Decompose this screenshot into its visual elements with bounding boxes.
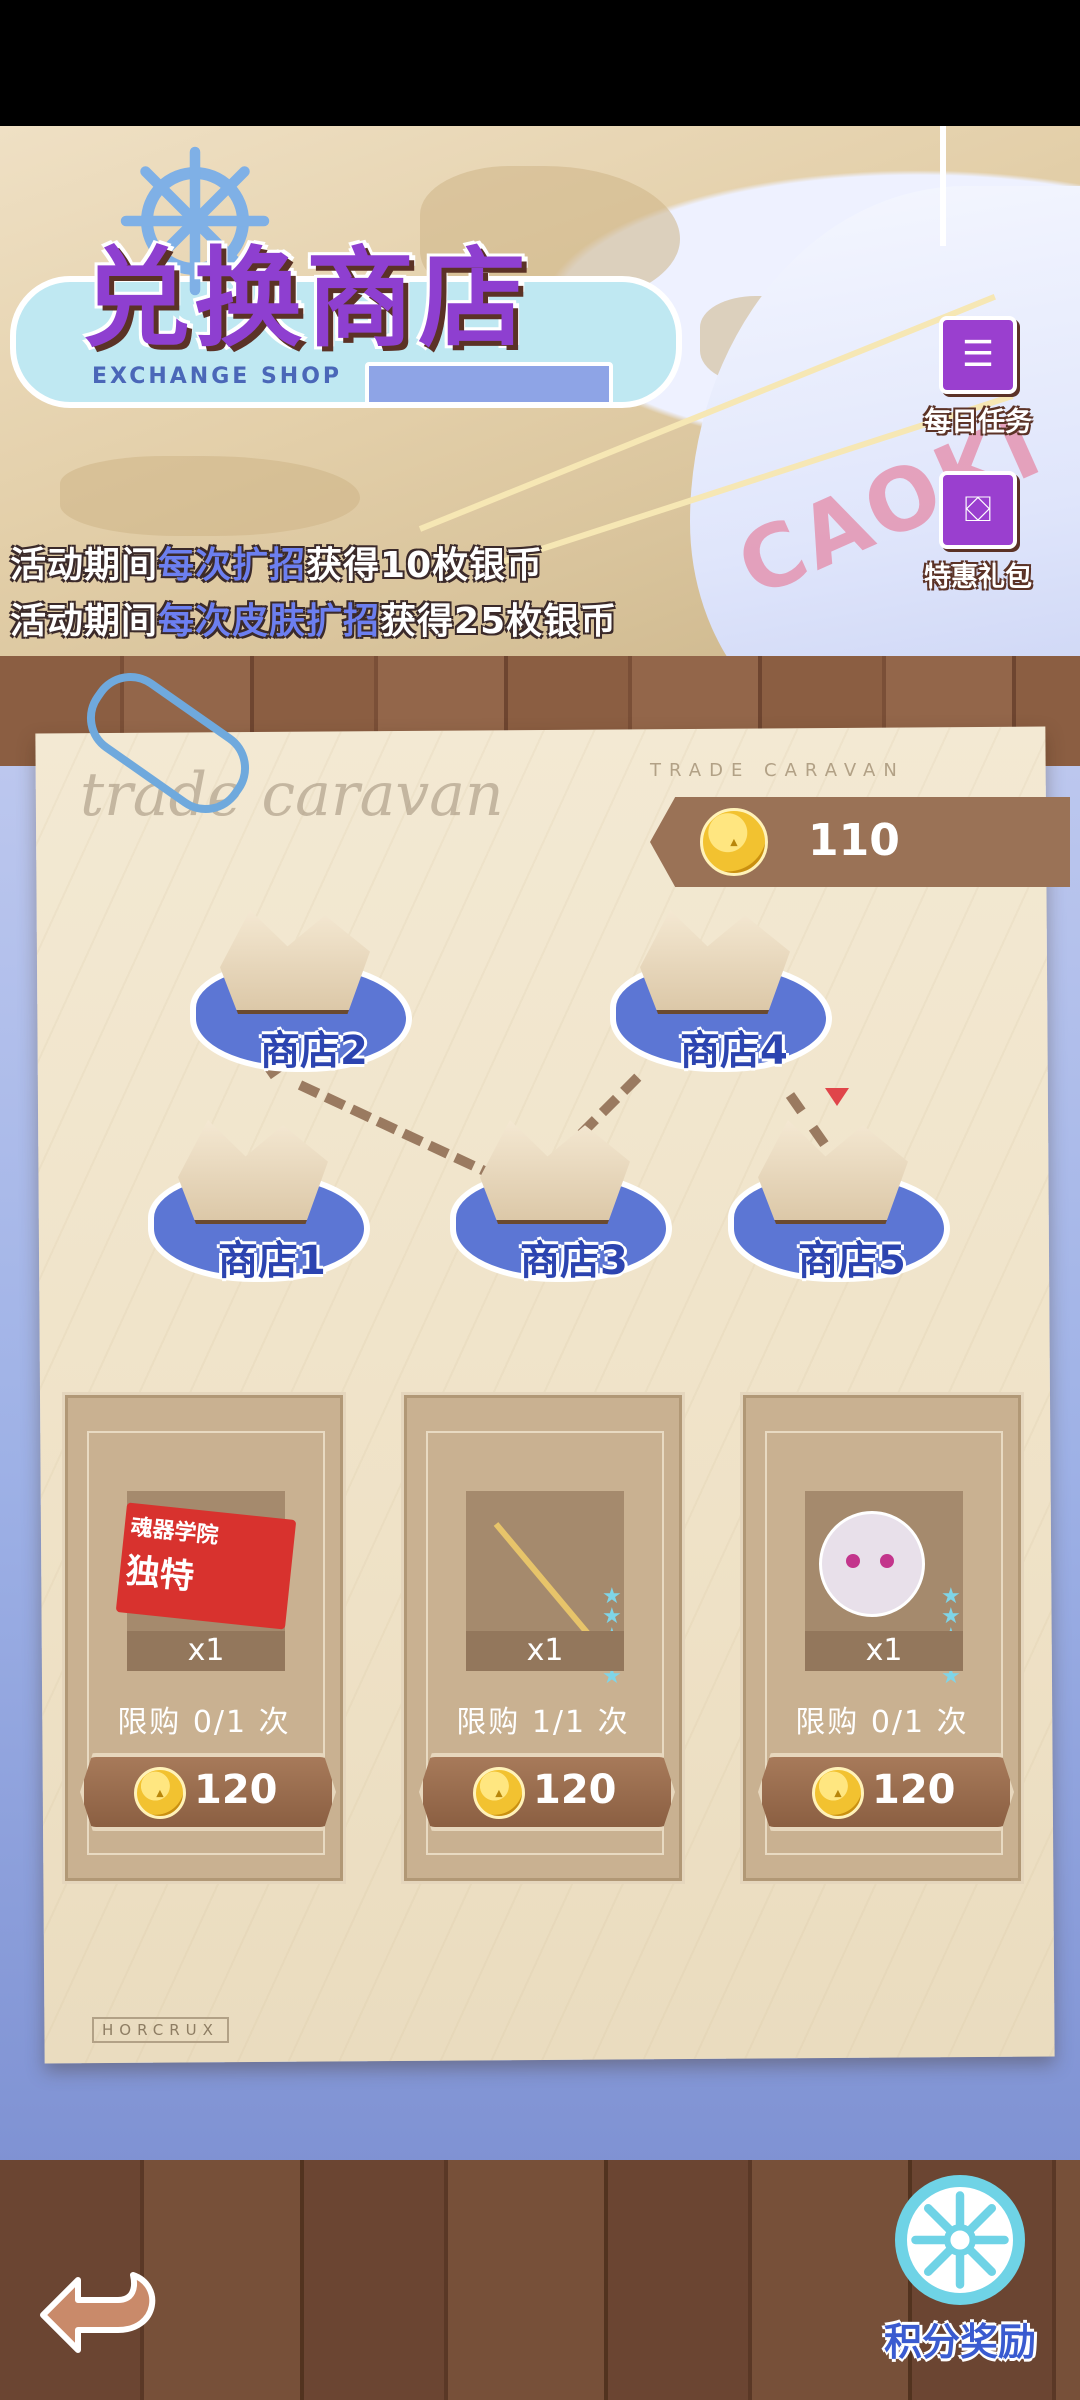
gift-box-icon: ⛋ bbox=[939, 471, 1017, 549]
item-thumbnail: 魂器学院 独特 bbox=[115, 1491, 297, 1631]
title-ribbon bbox=[365, 362, 613, 406]
character-avatar bbox=[819, 1511, 925, 1617]
item-price: 120 bbox=[872, 1767, 956, 1813]
shop-node-label: 商店4 bbox=[680, 1028, 788, 1074]
shop-node-2[interactable]: 商店2 bbox=[190, 910, 412, 1080]
paper-boat-icon bbox=[220, 910, 370, 1014]
wand-item-icon bbox=[493, 1522, 595, 1641]
coin-balance-value: 110 bbox=[808, 815, 900, 866]
shop-node-label: 商店5 bbox=[798, 1238, 906, 1284]
promo-line-2-suffix: 获得25枚银币 bbox=[380, 601, 618, 642]
item-card-1[interactable]: 魂器学院 独特 x1 限购 0/1 次 120 bbox=[62, 1392, 346, 1884]
paper-caption-bottom: HORCRUX bbox=[92, 2017, 229, 2043]
page-title: 兑换商店 bbox=[82, 237, 531, 362]
coin-icon bbox=[473, 1767, 525, 1819]
status-bar bbox=[0, 0, 1080, 126]
ticket-line-2: 独特 bbox=[123, 1550, 196, 1598]
item-card-2[interactable]: ★★★★★ x1 限购 1/1 次 120 bbox=[401, 1392, 685, 1884]
coin-icon bbox=[812, 1767, 864, 1819]
shop-node-label: 商店2 bbox=[260, 1028, 368, 1074]
promo-line-2: 活动期间每次皮肤扩招获得25枚银币 bbox=[10, 592, 617, 644]
paper-caption-top: TRADE CARAVAN bbox=[650, 760, 905, 781]
hero-banner: CAOKI 兑换商店 EXCHANGE SHOP 活动期间每次扩招获得10枚银币… bbox=[0, 126, 1080, 656]
promo-line-1-highlight: 每次扩招 bbox=[158, 545, 307, 586]
daily-tasks-button[interactable]: ☰ 每日任务 bbox=[918, 316, 1038, 439]
purchase-limit: 限购 0/1 次 bbox=[795, 1705, 969, 1740]
item-card-3[interactable]: ★★★★★ x1 限购 0/1 次 120 bbox=[740, 1392, 1024, 1884]
ship-wheel-icon bbox=[895, 2175, 1025, 2305]
paper-boat-icon bbox=[480, 1120, 630, 1224]
shop-node-1[interactable]: 商店1 bbox=[148, 1120, 370, 1290]
promo-line-2-highlight: 每次皮肤扩招 bbox=[158, 601, 381, 642]
promo-line-1-prefix: 活动期间 bbox=[10, 545, 159, 586]
item-quantity: x1 bbox=[805, 1631, 963, 1671]
special-gift-label: 特惠礼包 bbox=[924, 562, 1032, 593]
paper-boat-icon bbox=[178, 1120, 328, 1224]
buy-button[interactable]: 120 bbox=[80, 1753, 336, 1831]
shop-node-5[interactable]: 商店5 bbox=[728, 1120, 950, 1290]
buy-button[interactable]: 120 bbox=[758, 1753, 1014, 1831]
points-reward-button[interactable]: 积分奖励 bbox=[870, 2175, 1050, 2375]
item-price: 120 bbox=[533, 1767, 617, 1813]
item-thumbnail: ★★★★★ bbox=[466, 1491, 624, 1688]
unique-ticket-item: 魂器学院 独特 bbox=[115, 1502, 297, 1630]
daily-tasks-label: 每日任务 bbox=[924, 407, 1032, 438]
item-quantity: x1 bbox=[127, 1631, 285, 1671]
purchase-limit: 限购 1/1 次 bbox=[456, 1705, 630, 1740]
item-quantity: x1 bbox=[466, 1631, 624, 1671]
shop-node-label: 商店1 bbox=[218, 1238, 326, 1284]
buy-button[interactable]: 120 bbox=[419, 1753, 675, 1831]
item-price: 120 bbox=[194, 1767, 278, 1813]
special-gift-button[interactable]: ⛋ 特惠礼包 bbox=[918, 471, 1038, 594]
coin-icon bbox=[700, 808, 768, 876]
item-thumbnail: ★★★★★ bbox=[805, 1491, 963, 1688]
shop-node-3[interactable]: 商店3 bbox=[450, 1120, 672, 1290]
task-list-icon: ☰ bbox=[939, 316, 1017, 394]
paper-boat-icon bbox=[640, 910, 790, 1014]
promo-line-1-suffix: 获得10枚银币 bbox=[306, 545, 544, 586]
shop-node-4[interactable]: 商店4 bbox=[610, 910, 832, 1080]
promo-line-1: 活动期间每次扩招获得10枚银币 bbox=[10, 536, 543, 588]
current-shop-marker-icon bbox=[825, 1088, 849, 1106]
page-subtitle: EXCHANGE SHOP bbox=[92, 364, 343, 389]
shop-node-label: 商店3 bbox=[520, 1238, 628, 1284]
return-arrow-icon[interactable] bbox=[38, 2250, 168, 2360]
coin-icon bbox=[134, 1767, 186, 1819]
purchase-limit: 限购 0/1 次 bbox=[117, 1705, 291, 1740]
paper-boat-icon bbox=[758, 1120, 908, 1224]
promo-line-2-prefix: 活动期间 bbox=[10, 601, 159, 642]
points-reward-label: 积分奖励 bbox=[883, 2320, 1036, 2364]
